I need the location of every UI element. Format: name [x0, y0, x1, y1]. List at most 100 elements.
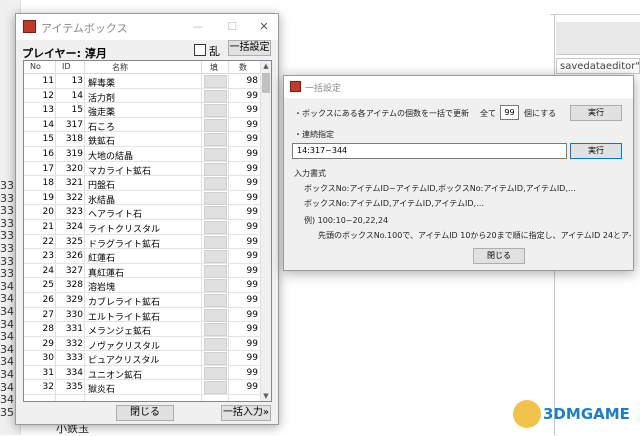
table-row[interactable]: 26 329 カブレライト鉱石 99 — [24, 293, 261, 308]
cell-qty[interactable]: 99 — [230, 91, 258, 101]
cell-flag[interactable] — [204, 308, 227, 322]
cell-qty[interactable]: 99 — [230, 178, 258, 188]
scrollbar[interactable]: ▲ ▼ — [260, 61, 271, 401]
maximize-icon[interactable]: ☐ — [220, 17, 244, 37]
cell-qty[interactable]: 99 — [230, 310, 258, 320]
cell-flag[interactable] — [204, 323, 227, 337]
bulk-settings-button[interactable]: 一括設定 — [228, 40, 271, 56]
table-row[interactable]: 24 327 真紅蓮石 99 — [24, 264, 261, 279]
cell-flag[interactable] — [204, 381, 227, 395]
cell-flag[interactable] — [204, 337, 227, 351]
cell-qty[interactable]: 99 — [230, 193, 258, 203]
table-row[interactable]: 21 324 ライトクリスタル 99 — [24, 220, 261, 235]
table-row[interactable]: 17 320 マカライト鉱石 99 — [24, 162, 261, 177]
cell-flag[interactable] — [204, 293, 227, 307]
table-row[interactable]: 25 328 溶岩塊 99 — [24, 278, 261, 293]
cell-flag[interactable] — [204, 75, 227, 88]
cell-qty[interactable]: 99 — [230, 324, 258, 334]
minimize-icon[interactable]: — — [186, 17, 210, 37]
cell-flag[interactable] — [204, 235, 227, 249]
cell-qty[interactable]: 99 — [230, 207, 258, 217]
title-bar[interactable]: アイテムボックス — ☐ ✕ — [16, 14, 278, 40]
cell-no: 25 — [42, 280, 54, 291]
scroll-up-icon[interactable]: ▲ — [261, 61, 271, 71]
cell-qty[interactable]: 99 — [230, 266, 258, 276]
execute-button[interactable]: 実行 — [570, 105, 622, 121]
cell-flag[interactable] — [204, 104, 227, 118]
cell-flag[interactable] — [204, 133, 227, 147]
cell-flag[interactable] — [204, 191, 227, 205]
table-row[interactable]: 28 331 メランジェ鉱石 99 — [24, 322, 261, 337]
cell-qty[interactable]: 99 — [230, 120, 258, 130]
cell-no: 13 — [42, 105, 54, 116]
scroll-down-icon[interactable]: ▼ — [261, 391, 271, 401]
cell-flag[interactable] — [204, 279, 227, 293]
cell-flag[interactable] — [204, 250, 227, 264]
cell-qty[interactable]: 99 — [230, 237, 258, 247]
cell-qty[interactable]: 99 — [230, 368, 258, 378]
cell-name: ピュアクリスタル — [88, 356, 160, 367]
cell-flag[interactable] — [204, 118, 227, 132]
table-row[interactable]: 31 334 ユニオン鉱石 99 — [24, 366, 261, 381]
bulk-input-button[interactable]: 一括入力» — [221, 405, 271, 421]
cell-flag[interactable] — [204, 147, 227, 161]
cell-flag[interactable] — [204, 89, 227, 103]
cell-qty[interactable]: 99 — [230, 353, 258, 363]
table-row[interactable]: 19 322 氷結晶 99 — [24, 191, 261, 206]
cell-qty[interactable]: 99 — [230, 134, 258, 144]
cell-name: ドラグライト鉱石 — [88, 239, 161, 250]
cell-qty[interactable]: 99 — [230, 164, 258, 174]
count-input[interactable]: 99 — [500, 105, 519, 120]
cell-flag[interactable] — [204, 206, 227, 220]
cell-qty[interactable]: 99 — [230, 222, 258, 232]
cell-qty[interactable]: 99 — [230, 105, 258, 115]
cell-qty[interactable]: 99 — [230, 382, 258, 392]
cell-name: 円盤石 — [88, 181, 116, 192]
table-row[interactable]: 32 335 獄炎石 99 — [24, 380, 261, 395]
cell-qty[interactable]: 99 — [230, 295, 258, 305]
table-row[interactable]: 15 318 鉄鉱石 99 — [24, 132, 261, 147]
table-row[interactable]: 20 323 ヘアライト石 99 — [24, 205, 261, 220]
update-all-label: ・ボックスにある各アイテムの個数を一括で更新 — [294, 109, 469, 118]
table-row[interactable]: 13 15 強走薬 99 — [24, 103, 261, 118]
table-row[interactable]: 23 326 紅蓮石 99 — [24, 249, 261, 264]
cell-qty[interactable]: 99 — [230, 251, 258, 261]
table-row[interactable]: 11 13 解毒薬 98 — [24, 74, 261, 89]
scroll-thumb[interactable] — [262, 73, 270, 93]
close-icon[interactable]: ✕ — [252, 17, 276, 37]
cell-flag[interactable] — [204, 220, 227, 234]
execute-range-button[interactable]: 実行 — [570, 143, 622, 159]
close-button[interactable]: 閉じる — [116, 405, 174, 421]
table-row[interactable]: 16 319 大地の結晶 99 — [24, 147, 261, 162]
cell-name: 獄炎石 — [88, 385, 116, 396]
table-row[interactable]: 29 332 ノヴァクリスタル 99 — [24, 337, 261, 352]
cell-name: メランジェ鉱石 — [88, 327, 152, 338]
close-button[interactable]: 閉じる — [473, 248, 525, 264]
table-row[interactable]: 12 14 活力剤 99 — [24, 89, 261, 104]
cell-name: ライトクリスタル — [88, 224, 161, 235]
format-line-1: ボックスNo:アイテムID~アイテムID,ボックスNo:アイテムID,アイテムI… — [304, 184, 576, 193]
cell-flag[interactable] — [204, 352, 227, 366]
range-input[interactable]: 14:317~344 — [292, 143, 567, 159]
cell-name: マカライト鉱石 — [88, 166, 152, 177]
cell-qty[interactable]: 99 — [230, 339, 258, 349]
cell-qty[interactable]: 99 — [230, 280, 258, 290]
table-row[interactable]: 30 333 ピュアクリスタル 99 — [24, 351, 261, 366]
cell-flag[interactable] — [204, 177, 227, 191]
title-bar[interactable]: 一括設定 — [284, 76, 633, 98]
table-row[interactable]: 18 321 円盤石 99 — [24, 176, 261, 191]
cell-flag[interactable] — [204, 264, 227, 278]
cell-qty[interactable]: 98 — [230, 76, 258, 86]
all-label: 全て — [480, 109, 496, 118]
table-row[interactable]: 27 330 エルトライト鉱石 99 — [24, 308, 261, 323]
cell-no: 29 — [42, 338, 54, 349]
random-checkbox[interactable] — [194, 44, 206, 56]
cell-flag[interactable] — [204, 366, 227, 380]
item-box-window: アイテムボックス — ☐ ✕ プレイヤー: 淳月 乱 一括設定 No ID 名称… — [15, 13, 279, 425]
cell-name: ユニオン鉱石 — [88, 370, 143, 381]
table-row[interactable]: 14 317 石ころ 99 — [24, 118, 261, 133]
cell-flag[interactable] — [204, 162, 227, 176]
table-row[interactable]: 22 325 ドラグライト鉱石 99 — [24, 235, 261, 250]
header-qty: 数 — [239, 63, 247, 72]
cell-qty[interactable]: 99 — [230, 149, 258, 159]
